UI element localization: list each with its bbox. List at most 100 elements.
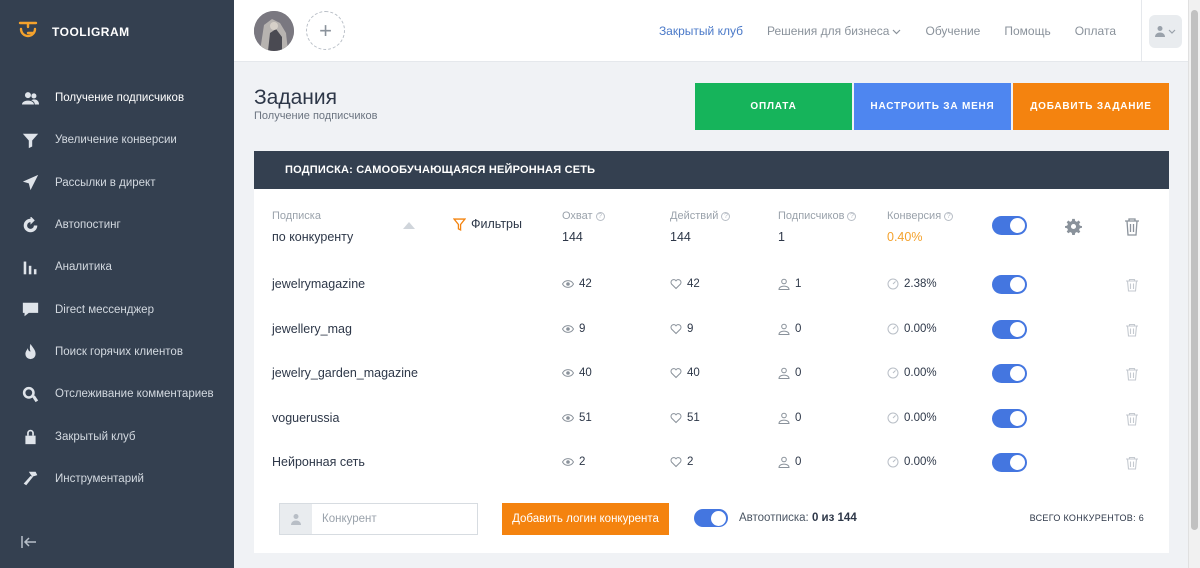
add-task-button[interactable]: ДОБАВИТЬ ЗАДАНИЕ — [1013, 83, 1169, 130]
sidebar-item-followers[interactable]: Получение подписчиков — [0, 77, 234, 119]
auto-unfollow-label: Автоотписка: — [739, 512, 809, 524]
delete-competitor-button[interactable] — [1125, 323, 1139, 337]
delete-competitor-button[interactable] — [1125, 278, 1139, 292]
add-account-button[interactable]: + — [306, 11, 345, 50]
competitor-input[interactable] — [312, 504, 472, 534]
brand[interactable]: TOOLIGRAM — [16, 20, 130, 44]
lock-icon — [20, 427, 40, 447]
chevron-down-icon — [1168, 29, 1176, 34]
brand-name: TOOLIGRAM — [52, 25, 130, 39]
nav-link-business-label: Решения для бизнеса — [766, 24, 890, 38]
collapse-sidebar-icon[interactable] — [20, 533, 38, 551]
heart-icon — [670, 457, 682, 468]
competitor-toggle[interactable] — [992, 275, 1027, 294]
reach-cell: 42 — [562, 278, 592, 290]
nav-link-help[interactable]: Помощь — [1004, 24, 1050, 38]
filters-button[interactable]: Фильтры — [453, 217, 522, 231]
nav-link-club[interactable]: Закрытый клуб — [659, 24, 743, 38]
sidebar-item-label: Автопостинг — [55, 219, 121, 232]
account-avatar[interactable] — [254, 11, 294, 51]
subscribers-cell: 0 — [778, 323, 801, 335]
eye-icon — [562, 324, 574, 333]
heart-icon — [670, 279, 682, 290]
conversion-header: Конверсия? — [887, 210, 954, 222]
conversion-cell: 0.00% — [887, 456, 937, 468]
sidebar: TOOLIGRAM Получение подписчиков Увеличен… — [0, 0, 234, 568]
sidebar-item-label: Отслеживание комментариев — [55, 388, 214, 401]
info-icon[interactable]: ? — [721, 211, 731, 221]
reach-value: 9 — [579, 322, 586, 335]
competitor-toggle[interactable] — [992, 408, 1027, 428]
nav-link-business[interactable]: Решения для бизнеса — [767, 24, 902, 38]
user-icon — [1155, 26, 1165, 37]
info-icon[interactable]: ? — [944, 211, 954, 221]
sidebar-item-hot-clients[interactable]: Поиск горячих клиентов — [0, 331, 234, 373]
conversion-value: 2.38% — [904, 278, 937, 290]
filters-label: Фильтры — [471, 217, 522, 231]
competitor-toggle[interactable] — [992, 319, 1027, 339]
topbar: + Закрытый клуб Решения для бизнеса Обуч… — [234, 0, 1188, 62]
sidebar-item-comments[interactable]: Отслеживание комментариев — [0, 373, 234, 415]
user-avatar — [1148, 14, 1182, 48]
heart-icon — [670, 412, 682, 423]
sidebar-item-direct-mailing[interactable]: Рассылки в директ — [0, 162, 234, 204]
competitor-toggle[interactable] — [992, 453, 1027, 472]
actions-total: 144 — [670, 230, 691, 244]
sidebar-item-conversion[interactable]: Увеличение конверсии — [0, 119, 234, 161]
actions-value: 51 — [687, 411, 700, 424]
sidebar-item-tools[interactable]: Инструментарий — [0, 458, 234, 500]
sidebar-item-club[interactable]: Закрытый клуб — [0, 415, 234, 457]
delete-competitor-button[interactable] — [1125, 412, 1139, 426]
auto-unfollow-value: 0 из 144 — [811, 512, 857, 524]
gear-icon[interactable] — [1065, 218, 1082, 235]
conversion-label: Конверсия — [887, 210, 942, 222]
subscribers-header: Подписчиков? — [778, 210, 857, 222]
reach-cell: 9 — [562, 323, 585, 335]
send-icon — [20, 173, 40, 193]
search-icon — [20, 384, 40, 404]
heart-icon — [670, 368, 682, 379]
actions-label: Действий — [670, 210, 719, 222]
sidebar-item-analytics[interactable]: Аналитика — [0, 246, 234, 288]
add-competitor-button[interactable]: Добавить логин конкурента — [502, 503, 669, 535]
users-icon — [20, 88, 40, 108]
subscribers-cell: 0 — [778, 367, 801, 379]
page-scrollbar[interactable] — [1188, 0, 1200, 568]
trash-icon[interactable] — [1125, 278, 1139, 292]
info-icon[interactable]: ? — [847, 211, 857, 221]
reach-header: Охват? — [562, 210, 605, 222]
reach-cell: 51 — [562, 412, 592, 424]
task-card: ПОДПИСКА: САМООБУЧАЮЩАЯСЯ НЕЙРОННАЯ СЕТЬ… — [254, 151, 1169, 553]
pay-button[interactable]: ОПЛАТА — [695, 83, 852, 130]
trash-icon[interactable] — [1124, 218, 1140, 236]
delete-competitor-button[interactable] — [1125, 367, 1139, 381]
eye-icon — [562, 458, 574, 466]
tooligram-logo-icon — [18, 21, 38, 38]
competitor-toggle[interactable] — [992, 364, 1027, 383]
setup-for-me-button[interactable]: НАСТРОИТЬ ЗА МЕНЯ — [854, 83, 1011, 130]
sidebar-item-direct-messenger[interactable]: Direct мессенджер — [0, 288, 234, 330]
trash-icon[interactable] — [1125, 367, 1139, 381]
trash-icon[interactable] — [1125, 456, 1139, 470]
trash-icon[interactable] — [1125, 323, 1139, 337]
auto-unfollow-toggle[interactable] — [694, 509, 728, 527]
delete-competitor-button[interactable] — [1125, 456, 1139, 470]
info-icon[interactable]: ? — [595, 211, 605, 221]
actions-cell: 51 — [670, 412, 700, 424]
nav-link-payment[interactable]: Оплата — [1075, 24, 1116, 38]
funnel-icon — [20, 130, 40, 150]
sidebar-item-label: Закрытый клуб — [55, 430, 136, 443]
competitor-name: jewellery_mag — [272, 321, 352, 336]
gauge-icon — [887, 412, 899, 423]
collapse-arrow-icon[interactable] — [403, 222, 415, 229]
user-menu[interactable] — [1141, 0, 1188, 62]
trash-icon[interactable] — [1125, 412, 1139, 426]
reach-label: Охват — [562, 210, 593, 222]
sidebar-item-autoposting[interactable]: Автопостинг — [0, 204, 234, 246]
nav-link-learning[interactable]: Обучение — [925, 24, 980, 38]
gauge-icon — [887, 456, 899, 468]
task-type-value: по конкуренту — [272, 230, 354, 244]
task-toggle[interactable] — [992, 216, 1027, 235]
scrollbar-thumb[interactable] — [1191, 10, 1198, 530]
subscribers-value: 0 — [795, 411, 802, 424]
